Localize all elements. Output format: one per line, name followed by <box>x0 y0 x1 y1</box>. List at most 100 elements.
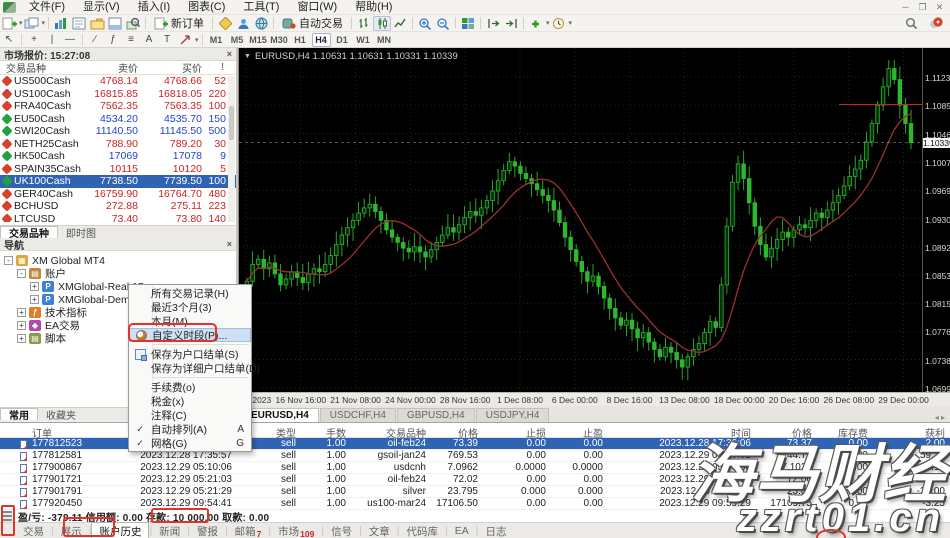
time-axis[interactable]: ov 202316 Nov 16:0021 Nov 08:0024 Nov 00… <box>239 392 950 406</box>
terminal-tab-3[interactable]: 新闻 <box>152 523 187 538</box>
vline-icon[interactable]: | <box>43 32 61 47</box>
notifications-icon[interactable] <box>926 16 944 31</box>
collapse-icon[interactable]: - <box>4 256 13 265</box>
profiles-dropdown[interactable]: ▾ <box>42 19 46 27</box>
chart-shift-icon[interactable] <box>484 16 502 31</box>
timeframe-W1[interactable]: W1 <box>354 33 373 47</box>
market-watch-row[interactable]: LTCUSD73.4073.80140 <box>0 213 236 223</box>
menu-3[interactable]: 图表(C) <box>179 0 234 14</box>
price-scale[interactable]: 1.112351.108501.104601.100751.096901.093… <box>922 48 950 392</box>
terminal-tab-5[interactable]: 邮箱7 <box>228 523 269 538</box>
metaeditor-icon[interactable] <box>216 16 234 31</box>
tab-common[interactable]: 常用 <box>0 408 38 420</box>
menu-item-6[interactable]: 保存为详细户口结单(D) <box>129 361 251 375</box>
market-watch-close-icon[interactable]: × <box>227 49 232 59</box>
col-warn[interactable]: ! <box>202 62 236 73</box>
new-chart-icon[interactable] <box>0 16 18 31</box>
market-watch-icon[interactable] <box>52 16 70 31</box>
channel-icon[interactable]: ≡ <box>122 32 140 47</box>
terminal-icon[interactable] <box>106 16 124 31</box>
timeframe-M1[interactable]: M1 <box>207 33 226 47</box>
timeframe-MN[interactable]: MN <box>375 33 394 47</box>
expand-icon[interactable]: + <box>17 334 26 343</box>
community-icon[interactable] <box>234 16 252 31</box>
chart-tab-scroll-icons[interactable]: ◂ ▸ <box>935 413 950 422</box>
fibonacci-icon[interactable]: ƒ <box>104 32 122 47</box>
menu-item-12[interactable]: ✓网格(G)G <box>129 436 251 450</box>
autotrade-button[interactable]: 自动交易 <box>277 16 348 31</box>
terminal-tab-7[interactable]: 信号 <box>324 523 359 538</box>
shapes-dropdown[interactable]: ▾ <box>195 36 199 44</box>
restore-button[interactable]: ❐ <box>916 2 929 13</box>
tile-windows-icon[interactable] <box>459 16 477 31</box>
label-icon[interactable]: T <box>158 32 176 47</box>
market-watch-row[interactable]: HK50Cash17069170789 <box>0 150 236 163</box>
terminal-tab-4[interactable]: 警报 <box>190 523 225 538</box>
menu-item-8[interactable]: 手续费(o) <box>129 380 251 394</box>
chart-tab-USDJPY[interactable]: USDJPY,H4 <box>476 408 550 422</box>
navigator-icon[interactable] <box>88 16 106 31</box>
menu-2[interactable]: 插入(I) <box>129 0 179 14</box>
menu-item-1[interactable]: 最近3个月(3) <box>129 300 251 314</box>
terminal-tab-9[interactable]: 代码库 <box>400 523 446 538</box>
new-order-button[interactable]: 新订单 <box>149 16 209 31</box>
expand-icon[interactable]: + <box>17 321 26 330</box>
new-chart-dropdown[interactable]: ▾ <box>19 19 23 27</box>
bar-chart-icon[interactable] <box>355 16 373 31</box>
market-watch-row[interactable]: FRA40Cash7562.357563.35100 <box>0 100 236 113</box>
timeframe-M30[interactable]: M30 <box>270 33 289 47</box>
market-watch-row[interactable]: NETH25Cash788.90789.2030 <box>0 138 236 151</box>
candle-chart-icon[interactable] <box>373 16 391 31</box>
col-symbol[interactable]: 交易品种 <box>0 60 92 75</box>
periods-icon[interactable] <box>550 16 568 31</box>
menu-4[interactable]: 工具(T) <box>234 0 288 14</box>
market-watch-row[interactable]: UK100Cash7738.507739.50100 <box>0 175 236 188</box>
timeframe-H4[interactable]: H4 <box>312 33 331 47</box>
profiles-icon[interactable] <box>23 16 41 31</box>
cursor-icon[interactable]: ↖ <box>0 32 18 47</box>
timeframe-H1[interactable]: H1 <box>291 33 310 47</box>
auto-scroll-icon[interactable] <box>502 16 520 31</box>
menu-0[interactable]: 文件(F) <box>20 0 74 14</box>
chart-tab-EURUSD[interactable]: EURUSD,H4 <box>241 408 319 422</box>
market-watch-scrollbar[interactable] <box>228 76 235 222</box>
market-watch-row[interactable]: EU50Cash4534.204535.70150 <box>0 113 236 126</box>
menu-item-11[interactable]: ✓自动排列(A)A <box>129 422 251 436</box>
chart-tab-GBPUSD[interactable]: GBPUSD,H4 <box>397 408 475 422</box>
expand-icon[interactable]: + <box>17 308 26 317</box>
market-watch-row[interactable]: GER40Cash16759.9016764.70480 <box>0 188 236 201</box>
terminal-tab-8[interactable]: 文章 <box>362 523 397 538</box>
market-watch-row[interactable]: US100Cash16815.8516818.05220 <box>0 88 236 101</box>
menu-item-10[interactable]: 注释(C) <box>129 408 251 422</box>
web-icon[interactable] <box>252 16 270 31</box>
market-watch-row[interactable]: SPAIN35Cash10115101205 <box>0 163 236 176</box>
close-button[interactable]: ✕ <box>933 2 946 13</box>
menu-1[interactable]: 显示(V) <box>74 0 129 14</box>
minimize-button[interactable]: ─ <box>899 2 912 12</box>
text-icon[interactable]: A <box>140 32 158 47</box>
terminal-tab-11[interactable]: 日志 <box>479 523 514 538</box>
zoom-in-icon[interactable] <box>416 16 434 31</box>
hline-icon[interactable]: — <box>61 32 79 47</box>
collapse-icon[interactable]: - <box>17 269 26 278</box>
zoom-out-icon[interactable] <box>434 16 452 31</box>
tree-item-mt4[interactable]: -▦XM Global MT4 <box>0 254 236 267</box>
navigator-close-icon[interactable]: × <box>227 239 232 249</box>
trendline-icon[interactable]: ∕ <box>86 32 104 47</box>
timeframe-D1[interactable]: D1 <box>333 33 352 47</box>
terminal-tab-6[interactable]: 市场109 <box>271 523 321 538</box>
tree-item-accounts[interactable]: -▤账户 <box>0 267 236 280</box>
menu-item-5[interactable]: 保存为户口结单(S) <box>129 347 251 361</box>
col-ask[interactable]: 买价 <box>138 60 202 75</box>
timeframe-M15[interactable]: M15 <box>249 33 268 47</box>
timeframe-M5[interactable]: M5 <box>228 33 247 47</box>
chart-collapse-icon[interactable]: ▼ <box>244 53 251 60</box>
menu-item-0[interactable]: 所有交易记录(H) <box>129 286 251 300</box>
market-watch-row[interactable]: SWI20Cash11140.5011145.50500 <box>0 125 236 138</box>
data-window-icon[interactable] <box>70 16 88 31</box>
menu-6[interactable]: 帮助(H) <box>346 0 401 14</box>
terminal-tab-10[interactable]: EA <box>448 524 476 538</box>
indicators-icon[interactable] <box>527 16 545 31</box>
col-bid[interactable]: 卖价 <box>92 60 138 75</box>
strategy-tester-icon[interactable] <box>124 16 142 31</box>
